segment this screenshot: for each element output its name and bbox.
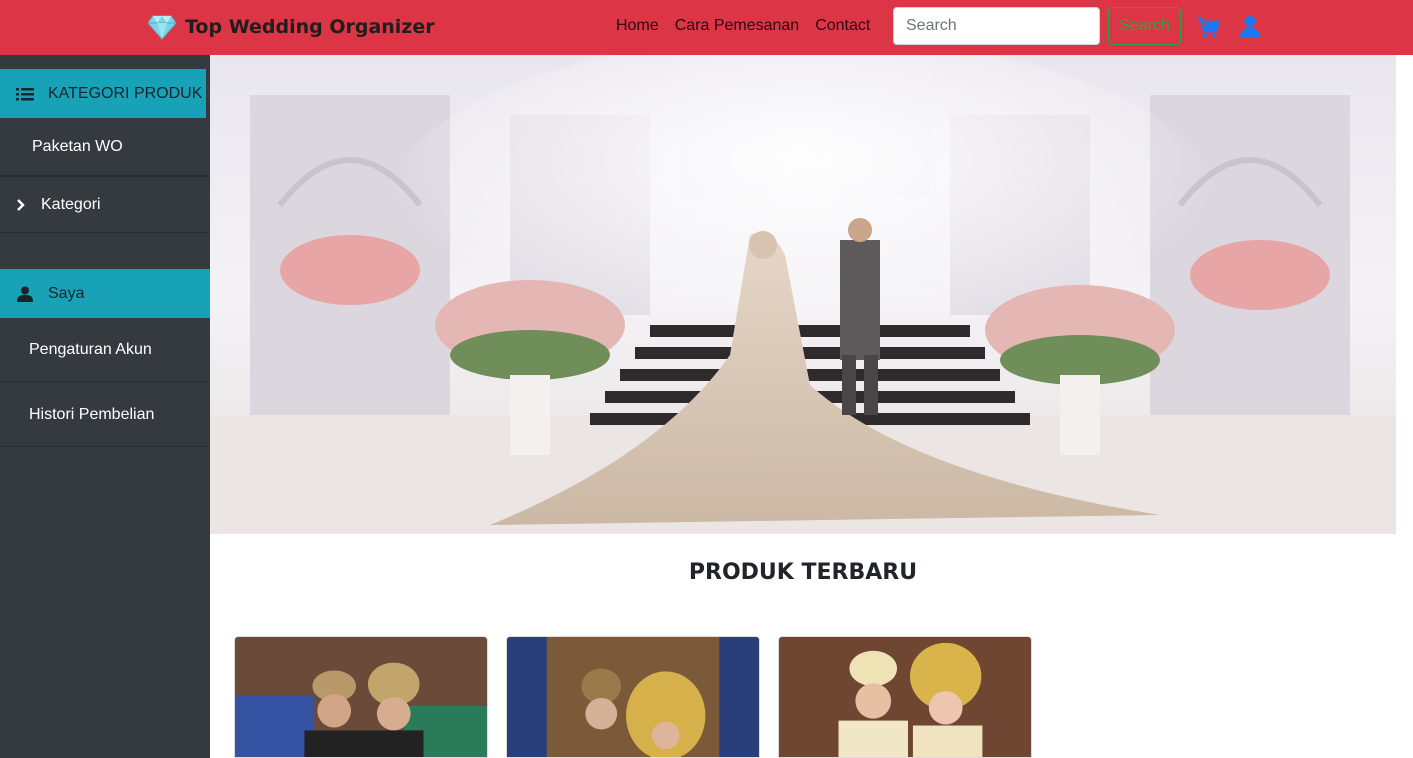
user-icon — [17, 286, 33, 302]
brand-name: Top Wedding Organizer — [185, 16, 435, 38]
user-icon[interactable] — [1240, 15, 1260, 39]
nav-links: Home Cara Pemesanan Contact — [616, 17, 886, 35]
hero-banner-image — [210, 55, 1396, 534]
brand[interactable]: Top Wedding Organizer — [147, 9, 435, 45]
top-navbar: Top Wedding Organizer Home Cara Pemesana… — [0, 0, 1413, 55]
section-title: PRODUK TERBARU — [688, 560, 918, 585]
list-icon — [16, 87, 34, 100]
category-header[interactable]: KATEGORI PRODUK — [0, 69, 206, 118]
category-header-label: KATEGORI PRODUK — [48, 84, 203, 102]
nav-cara-pemesanan-link[interactable]: Cara Pemesanan — [675, 17, 800, 35]
sidebar-item-label: Pengaturan Akun — [29, 340, 152, 358]
sidebar-item-pengaturan-akun[interactable]: Pengaturan Akun — [0, 318, 210, 382]
diamond-icon — [147, 15, 177, 40]
sidebar: KATEGORI PRODUK Paketan WO Kategori Saya… — [0, 55, 210, 758]
product-card-image[interactable] — [506, 636, 760, 758]
sidebar-item-label: Paketan WO — [32, 137, 123, 155]
nav-contact-link[interactable]: Contact — [815, 17, 870, 35]
sidebar-item-histori-pembelian[interactable]: Histori Pembelian — [0, 383, 210, 447]
product-card-image[interactable] — [778, 636, 1032, 758]
sidebar-item-label: Kategori — [41, 195, 101, 213]
account-header-label: Saya — [48, 284, 85, 302]
sidebar-item-kategori[interactable]: Kategori — [0, 176, 210, 233]
sidebar-item-paketan-wo[interactable]: Paketan WO — [0, 118, 210, 176]
nav-home-link[interactable]: Home — [616, 17, 659, 35]
sidebar-item-label: Histori Pembelian — [29, 405, 155, 423]
search-input[interactable] — [893, 7, 1100, 45]
chevron-right-icon — [17, 198, 25, 211]
product-card-image[interactable] — [234, 636, 488, 758]
search-button[interactable]: Search — [1108, 7, 1181, 45]
account-header[interactable]: Saya — [0, 269, 210, 318]
cart-icon[interactable] — [1196, 15, 1220, 39]
